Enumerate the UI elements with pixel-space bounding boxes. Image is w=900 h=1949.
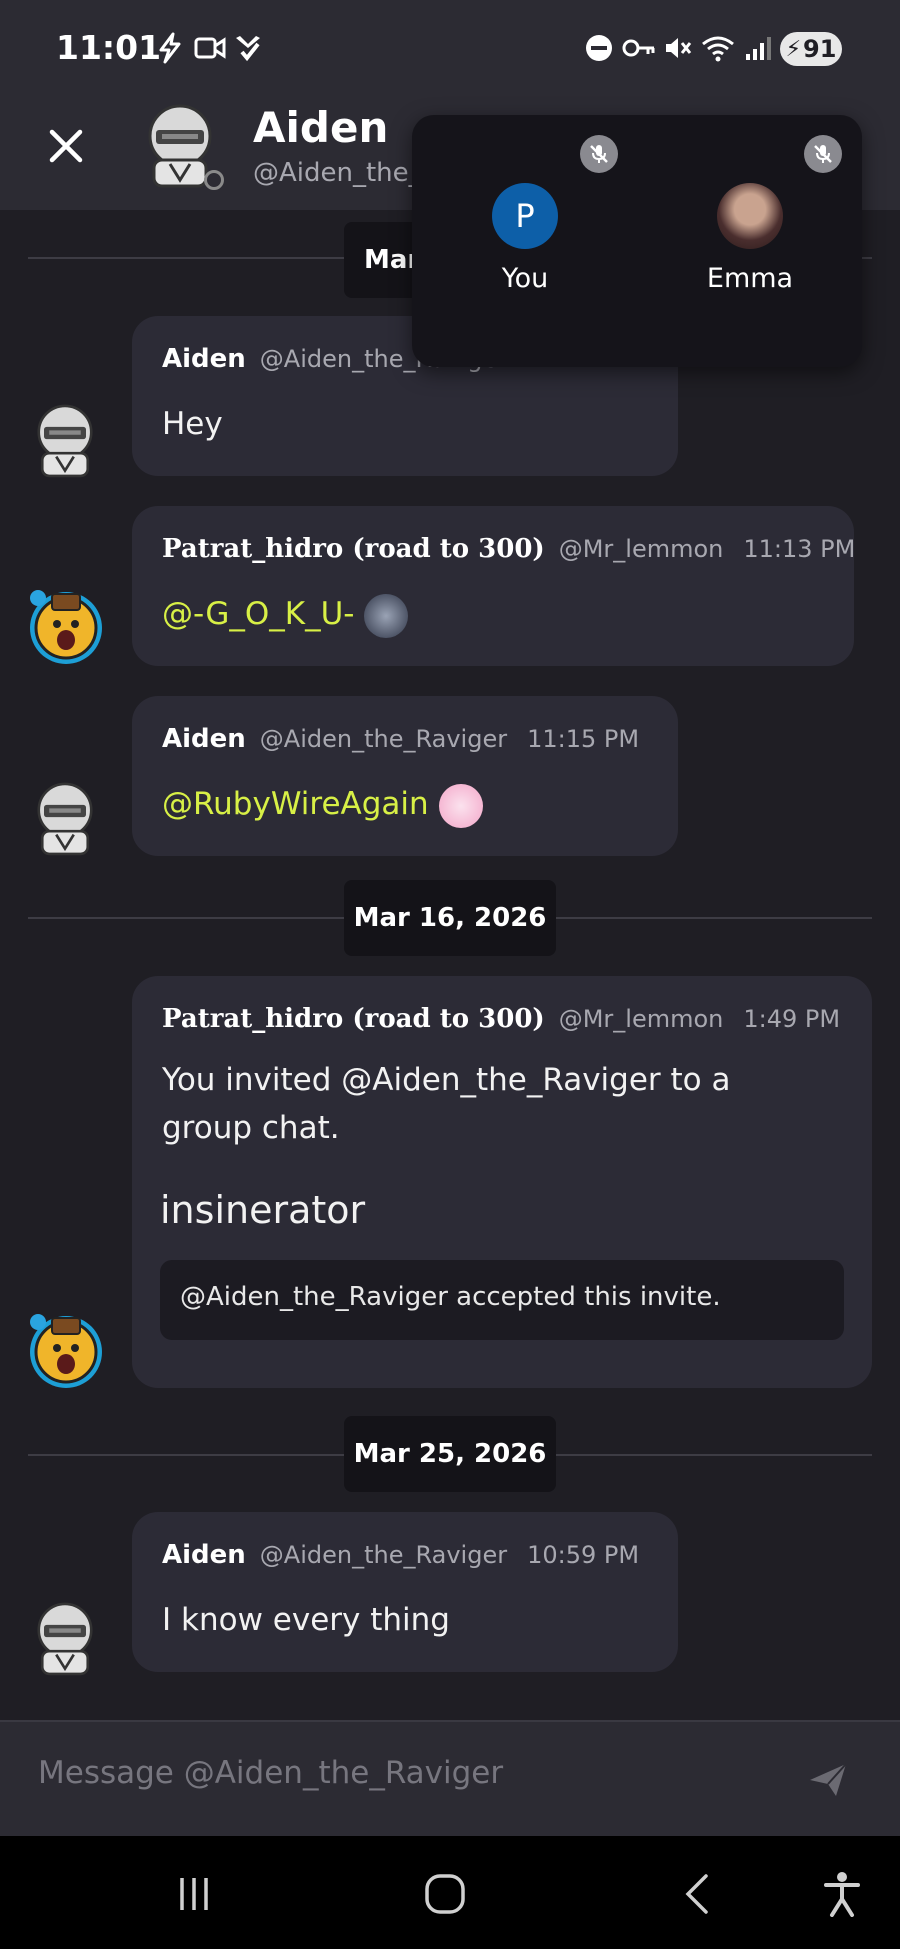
participant-avatar-emma[interactable] (717, 183, 783, 249)
author-name[interactable]: Aiden (162, 1540, 246, 1570)
mention-avatar (364, 593, 409, 638)
close-button[interactable] (38, 118, 94, 174)
mic-off-icon (580, 135, 618, 173)
avatar[interactable] (26, 586, 106, 666)
battery-charging-icon: ⚡ (785, 36, 802, 62)
accessibility-icon (824, 1872, 860, 1917)
author-handle: @Mr_lemmon (558, 535, 724, 563)
dnd-icon (584, 30, 614, 66)
message-list[interactable]: Mar Aiden @Aiden_the_Raviger 11:12 PM He… (0, 210, 900, 1720)
close-icon (49, 129, 83, 163)
accessibility-button[interactable] (812, 1866, 872, 1922)
battery-level: 91 (803, 35, 837, 63)
author-handle: @Mr_lemmon (558, 1005, 724, 1033)
participant-name: You (501, 263, 549, 294)
recents-icon (180, 1878, 208, 1910)
header-title: Aiden (253, 103, 389, 152)
group-name: insinerator (160, 1188, 366, 1232)
voice-call-overlay[interactable]: P You Emma (412, 115, 862, 367)
mic-off-icon (804, 135, 842, 173)
message-bubble[interactable]: Patrat_hidro (road to 300) @Mr_lemmon 11… (132, 506, 856, 666)
signal-icon (742, 30, 776, 66)
message-time: 11:15 PM (527, 725, 640, 753)
message-text: You invited @Aiden_the_Raviger to a grou… (162, 1062, 731, 1146)
avatar[interactable] (26, 1310, 106, 1390)
message-input[interactable]: Message @Aiden_the_Raviger (38, 1755, 738, 1791)
date-label: Mar 16, 2026 (353, 903, 547, 933)
message-text: I know every thing (162, 1602, 450, 1638)
author-handle: @Aiden_the_Raviger (259, 1541, 508, 1569)
date-label: Mar 25, 2026 (353, 1439, 547, 1469)
message-time: 1:49 PM (743, 1005, 841, 1033)
battery-indicator: ⚡ 91 (780, 32, 842, 66)
status-indicator (204, 170, 224, 190)
date-pill: Mar 16, 2026 (344, 880, 556, 956)
message-bubble[interactable]: Aiden @Aiden_the_Raviger 11:15 PM @RubyW… (132, 696, 678, 856)
message-time: 11:13 PM (743, 535, 856, 563)
mention-avatar (438, 783, 483, 828)
author-name[interactable]: Patrat_hidro (road to 300) (162, 1004, 545, 1034)
author-name[interactable]: Patrat_hidro (road to 300) (162, 534, 545, 564)
mute-icon (662, 30, 692, 66)
send-icon (810, 1763, 847, 1796)
message-bubble[interactable]: Patrat_hidro (road to 300) @Mr_lemmon 1:… (132, 976, 872, 1388)
user-mention[interactable]: @RubyWireAgain (162, 786, 429, 822)
avatar[interactable] (30, 778, 100, 858)
recent-apps-button[interactable] (164, 1866, 224, 1922)
home-icon (425, 1874, 465, 1914)
key-icon (622, 30, 656, 66)
avatar[interactable] (30, 400, 100, 480)
wifi-icon (700, 30, 736, 66)
user-mention[interactable]: @-G_O_K_U- (162, 596, 354, 632)
message-text: @RubyWireAgain (162, 780, 483, 828)
date-pill: Mar 25, 2026 (344, 1416, 556, 1492)
status-time: 11:01 (56, 28, 162, 67)
participant-avatar-you[interactable]: P (492, 183, 558, 249)
back-icon (685, 1874, 708, 1914)
author-name[interactable]: Aiden (162, 344, 246, 374)
header-handle: @Aiden_the_ (253, 158, 422, 188)
avatar-initial: P (515, 197, 535, 235)
send-button[interactable] (798, 1752, 858, 1808)
home-button[interactable] (415, 1866, 475, 1922)
invite-status-card[interactable]: @Aiden_the_Raviger accepted this invite. (160, 1260, 844, 1340)
avatar[interactable] (30, 1598, 100, 1678)
author-handle: @Aiden_the_Raviger (259, 725, 508, 753)
invite-status: @Aiden_the_Raviger accepted this invite. (180, 1282, 721, 1312)
back-button[interactable] (668, 1866, 728, 1922)
shield-check-icon (230, 30, 266, 66)
flash-icon (152, 30, 188, 66)
message-time: 10:59 PM (527, 1541, 640, 1569)
video-icon (192, 30, 228, 66)
message-text: @-G_O_K_U- (162, 590, 409, 638)
message-bubble[interactable]: Aiden @Aiden_the_Raviger 10:59 PM I know… (132, 1512, 678, 1672)
message-text: Hey (162, 406, 223, 442)
participant-name: Emma (706, 263, 794, 294)
author-name[interactable]: Aiden (162, 724, 246, 754)
